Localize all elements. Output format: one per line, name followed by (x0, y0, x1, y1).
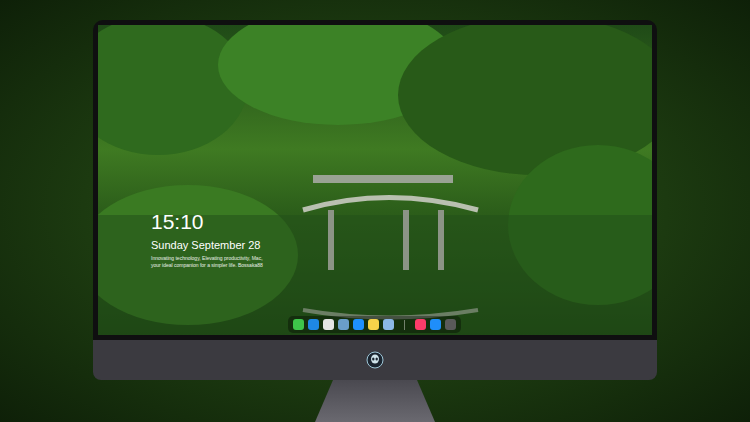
app-icon[interactable] (430, 319, 441, 330)
monitor-stand (315, 380, 435, 422)
lock-screen: 15:10 Sunday September 28 Innovating tec… (98, 25, 652, 335)
monitor-mockup: 15:10 Sunday September 28 Innovating tec… (0, 0, 750, 422)
app-icon[interactable] (383, 319, 394, 330)
monitor-bezel: 15:10 Sunday September 28 Innovating tec… (93, 20, 657, 340)
forest-photo (98, 25, 652, 335)
app-icon[interactable] (308, 319, 319, 330)
dock (288, 316, 461, 333)
app-icon[interactable] (338, 319, 349, 330)
app-icon[interactable] (293, 319, 304, 330)
tagline: Innovating technology, Elevating product… (151, 255, 263, 268)
app-icon[interactable] (323, 319, 334, 330)
dock-separator (404, 320, 405, 330)
monitor-chin (93, 340, 657, 380)
app-icon[interactable] (415, 319, 426, 330)
clock-date: Sunday September 28 (151, 238, 263, 252)
clock-time: 15:10 (151, 210, 263, 234)
lock-clock: 15:10 Sunday September 28 Innovating tec… (151, 210, 263, 268)
app-icon[interactable] (368, 319, 379, 330)
app-icon[interactable] (353, 319, 364, 330)
logo-icon (366, 351, 384, 369)
app-icon[interactable] (445, 319, 456, 330)
